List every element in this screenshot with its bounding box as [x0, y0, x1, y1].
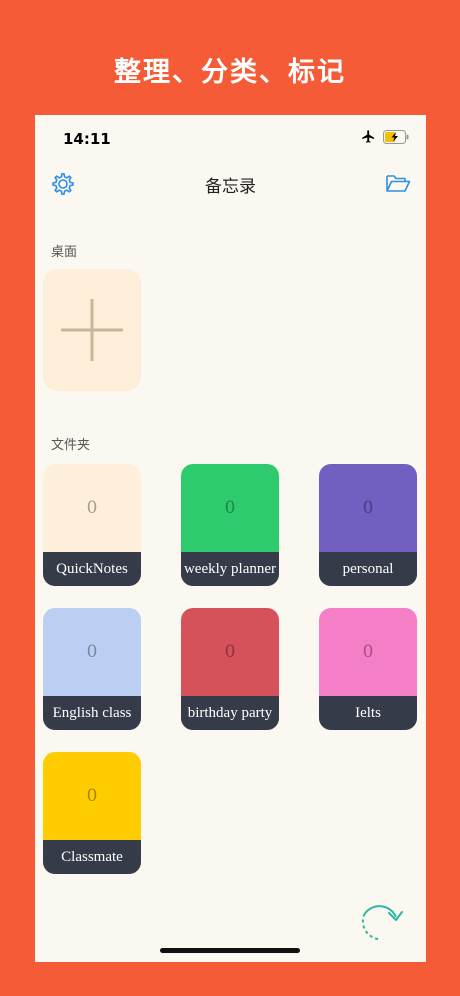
folder-name: personal — [319, 552, 417, 586]
folder-card-english-class[interactable]: 0 English class — [43, 608, 141, 730]
folder-card-quicknotes[interactable]: 0 QuickNotes — [43, 464, 141, 586]
note-count: 0 — [86, 498, 98, 518]
battery-charging-icon — [383, 129, 409, 144]
add-desktop-note-button[interactable] — [43, 269, 141, 391]
note-count: 0 — [362, 642, 374, 662]
note-count: 0 — [86, 642, 98, 662]
folder-name: weekly planner — [181, 552, 279, 586]
refresh-icon — [361, 905, 403, 940]
refresh-button[interactable] — [356, 895, 408, 943]
folder-name: Classmate — [43, 840, 141, 874]
phone-screen: 14:11 备忘录 桌面 文件夹 0 QuickNotes 0 weekly p… — [35, 115, 426, 962]
status-time: 14:11 — [63, 130, 111, 148]
page-title: 备忘录 — [205, 177, 256, 197]
folder-open-icon — [386, 175, 411, 192]
section-label-folders: 文件夹 — [51, 438, 91, 453]
folder-button[interactable] — [385, 172, 411, 194]
airplane-icon — [362, 130, 375, 143]
status-bar: 14:11 — [35, 115, 426, 159]
promo-headline: 整理、分类、标记 — [114, 57, 346, 88]
note-count: 0 — [224, 498, 236, 518]
folder-card-personal[interactable]: 0 personal — [319, 464, 417, 586]
folder-card-ielts[interactable]: 0 Ielts — [319, 608, 417, 730]
home-indicator[interactable] — [160, 948, 300, 953]
note-count: 0 — [86, 786, 98, 806]
folder-card-birthday-party[interactable]: 0 birthday party — [181, 608, 279, 730]
folder-card-weekly-planner[interactable]: 0 weekly planner — [181, 464, 279, 586]
folder-name: QuickNotes — [43, 552, 141, 586]
folder-name: birthday party — [181, 696, 279, 730]
status-icons — [360, 129, 410, 144]
note-count: 0 — [362, 498, 374, 518]
folder-card-classmate[interactable]: 0 Classmate — [43, 752, 141, 874]
folder-name: Ielts — [319, 696, 417, 730]
note-count: 0 — [224, 642, 236, 662]
plus-icon — [61, 299, 123, 361]
folder-name: English class — [43, 696, 141, 730]
section-label-desktop: 桌面 — [51, 245, 78, 260]
